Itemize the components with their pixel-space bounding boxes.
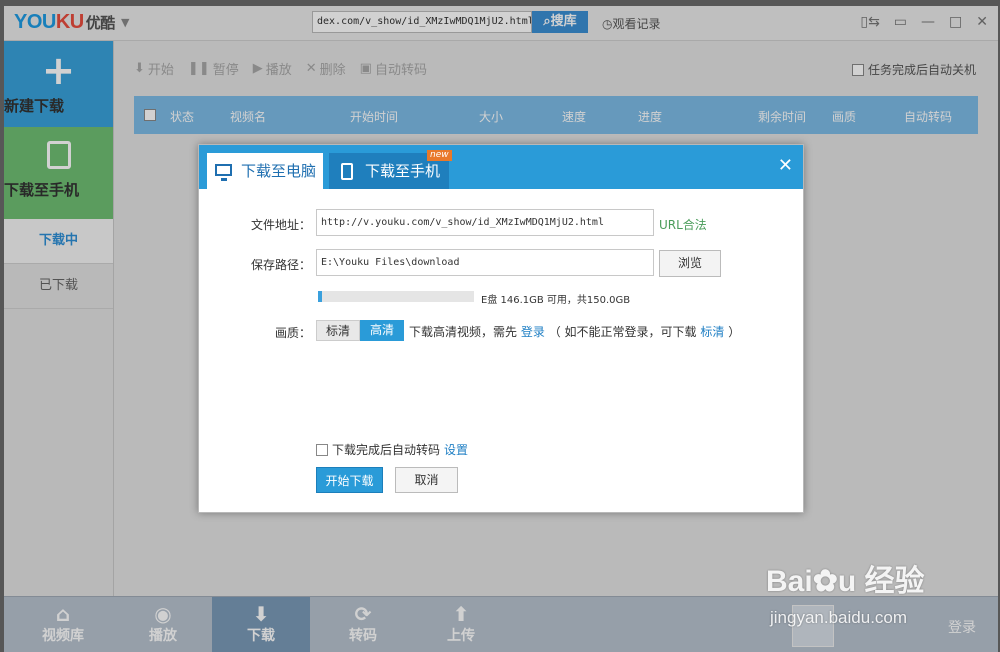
phone-icon [341,163,353,180]
save-path-field[interactable]: E:\Youku Files\download [316,249,654,276]
baidu-watermark: Bai✿u 经验 [766,565,925,598]
url-label: 文件地址： [250,218,311,232]
settings-link[interactable]: 设置 [444,441,468,458]
paw-icon: ✿ [812,565,838,598]
close-icon[interactable]: ✕ [778,155,793,176]
tab-download-to-pc[interactable]: 下载至电脑 [207,153,323,189]
tab-pc-label: 下载至电脑 [241,162,317,180]
login-link[interactable]: 登录 [521,325,545,339]
quality-note-suffix: ） [728,325,741,339]
auto-convert-option[interactable]: 下载完成后自动转码 设置 [316,441,468,458]
file-url-field[interactable]: http://v.youku.com/v_show/id_XMzIwMDQ1Mj… [316,209,654,236]
quality-label: 画质： [274,326,311,340]
disk-info: E盘 146.1GB 可用，共150.0GB [481,295,631,306]
quality-hd-option[interactable]: 高清 [360,320,404,341]
auto-convert-checkbox[interactable] [316,443,328,456]
save-path-label: 保存路径： [250,258,311,272]
tab-phone-label: 下载至手机 [365,162,441,180]
url-valid-status: URL合法 [659,218,707,232]
quality-note: 下载高清视频，需先 登录 （ 如不能正常登录，可下载 标清 ） [409,323,740,340]
watermark-url: jingyan.baidu.com [770,608,908,627]
dialog-header: 下载至电脑 下载至手机 new ✕ [199,145,803,189]
auto-convert-label: 下载完成后自动转码 [332,443,441,457]
new-badge: new [427,150,452,161]
monitor-icon [215,164,232,181]
start-download-button[interactable]: 开始下载 [316,467,383,493]
quality-standard-option[interactable]: 标清 [316,320,360,341]
quality-note-middle: （ 如不能正常登录，可下载 [548,325,697,339]
browse-button[interactable]: 浏览 [659,250,721,277]
cancel-button[interactable]: 取消 [395,467,458,493]
disk-usage-bar [318,291,474,302]
disk-usage-fill [318,291,323,302]
quality-note-prefix: 下载高清视频，需先 [409,325,518,339]
download-standard-link[interactable]: 标清 [700,325,724,339]
download-dialog: 下载至电脑 下载至手机 new ✕ 文件地址： http://v.youku.c… [198,144,804,513]
